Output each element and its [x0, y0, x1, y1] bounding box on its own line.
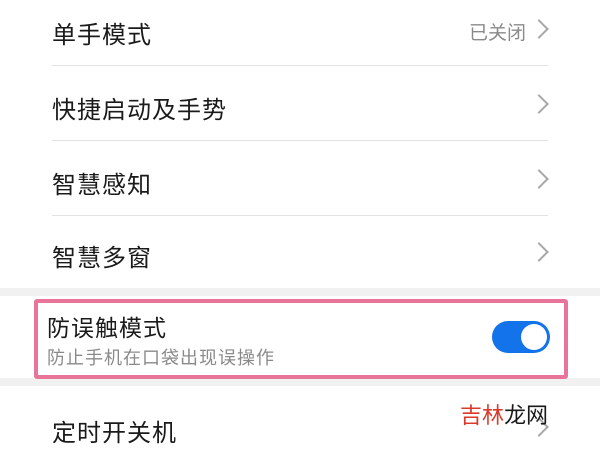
one-hand-mode-status: 已关闭 — [468, 22, 526, 44]
quick-launch-gestures-label: 快捷启动及手势 — [52, 96, 227, 124]
mistouch-mode-toggle[interactable] — [492, 321, 550, 353]
smart-multi-window-label: 智慧多窗 — [52, 244, 152, 272]
smart-perception-label: 智慧感知 — [52, 171, 152, 199]
one-hand-mode-label: 单手模式 — [52, 21, 152, 49]
watermark-text-part2: 龙网 — [504, 404, 549, 429]
smart-multi-window-row[interactable]: 智慧多窗 — [0, 216, 600, 288]
mistouch-mode-title: 防误触模式 — [47, 316, 167, 342]
watermark-logo: 吉林龙网 — [460, 398, 548, 430]
chevron-right-icon — [529, 242, 549, 262]
smart-perception-row[interactable]: 智慧感知 — [0, 141, 600, 215]
chevron-right-icon — [529, 169, 549, 189]
quick-launch-gestures-row[interactable]: 快捷启动及手势 — [0, 66, 600, 140]
one-hand-mode-row[interactable]: 单手模式 已关闭 — [0, 0, 600, 65]
toggle-knob — [521, 324, 547, 350]
watermark-text-part1: 吉林 — [460, 404, 505, 429]
chevron-right-icon — [529, 94, 549, 114]
mistouch-mode-description: 防止手机在口袋出现误操作 — [47, 348, 275, 369]
chevron-right-icon — [529, 19, 549, 39]
scheduled-power-label: 定时开关机 — [52, 419, 177, 447]
